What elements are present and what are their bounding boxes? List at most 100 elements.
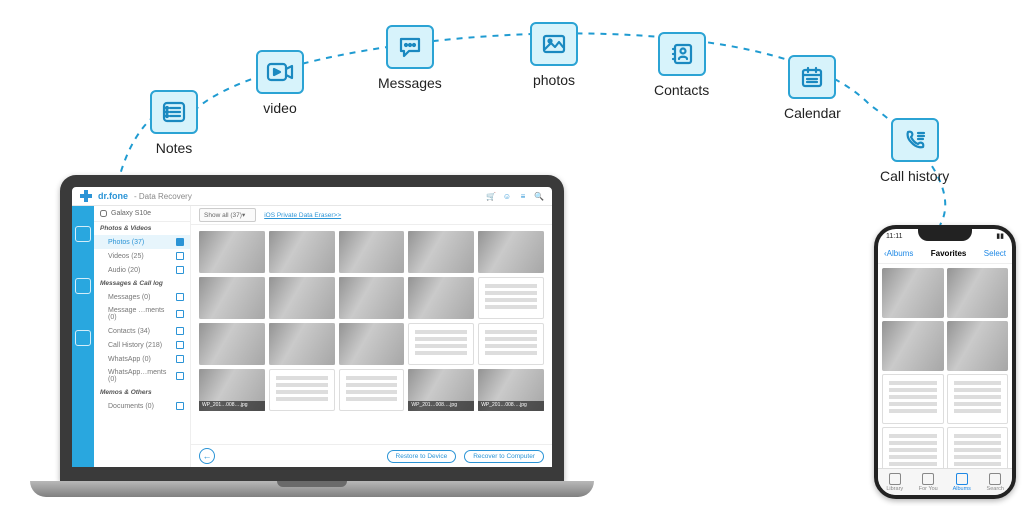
sidebar-item-contacts[interactable]: Contacts (34)	[94, 324, 190, 338]
sidebar-item-label: WhatsApp…ments (0)	[108, 369, 173, 383]
cart-icon[interactable]: 🛒	[486, 191, 496, 201]
photo-thumb[interactable]	[269, 323, 335, 365]
sidebar-item-whatsapp[interactable]: WhatsApp (0)	[94, 352, 190, 366]
flow-contacts: Contacts	[654, 32, 709, 98]
rail-sim-icon[interactable]	[75, 278, 91, 294]
sidebar-item-photos[interactable]: Photos (37)	[94, 235, 190, 249]
restore-to-device-button[interactable]: Restore to Device	[387, 450, 457, 463]
flow-video: video	[256, 50, 304, 116]
sidebar-item-videos[interactable]: Videos (25)	[94, 249, 190, 263]
sidebar-item-label: Call History (218)	[108, 342, 162, 349]
tab-library[interactable]: Library	[878, 469, 912, 495]
flow-label: Contacts	[654, 82, 709, 98]
phone-navbar: ‹Albums Favorites Select	[878, 243, 1012, 264]
sidebar-item-label: Documents (0)	[108, 403, 154, 410]
photo-thumb[interactable]	[478, 277, 544, 319]
contacts-icon	[658, 32, 706, 76]
rail-cloud-icon[interactable]	[75, 330, 91, 346]
photo-thumb[interactable]	[199, 231, 265, 273]
photo-thumb[interactable]	[408, 323, 474, 365]
back-button[interactable]: ←	[199, 448, 215, 464]
menu-icon[interactable]: ≡	[518, 191, 528, 201]
sidebar-item-label: Videos (25)	[108, 253, 144, 260]
photo-thumb[interactable]	[339, 369, 405, 411]
search-icon[interactable]: 🔍	[534, 191, 544, 201]
device-row[interactable]: Galaxy S10e	[94, 206, 190, 222]
phone-tabbar: Library For You Albums Search	[878, 468, 1012, 495]
photo-thumb[interactable]	[339, 277, 405, 319]
foryou-icon	[922, 473, 934, 485]
thumb-caption: WP_201…008….jpg	[199, 401, 265, 411]
flow-label: Call history	[880, 168, 949, 184]
sidebar-item-documents[interactable]: Documents (0)	[94, 399, 190, 413]
phone-photo[interactable]	[882, 427, 944, 468]
photo-thumb[interactable]	[478, 231, 544, 273]
app-section-title: - Data Recovery	[134, 192, 192, 201]
phone-photo[interactable]	[947, 374, 1009, 424]
tab-albums[interactable]: Albums	[945, 469, 979, 495]
photo-thumb[interactable]	[408, 277, 474, 319]
feedback-icon[interactable]: ☺	[502, 191, 512, 201]
sidebar-item-label: WhatsApp (0)	[108, 356, 151, 363]
photo-thumb[interactable]	[199, 277, 265, 319]
phone-notch	[918, 229, 972, 241]
phone-photo[interactable]	[947, 427, 1009, 468]
flow-notes: Notes	[150, 90, 198, 156]
phone-photo[interactable]	[947, 268, 1009, 318]
photo-thumb[interactable]	[478, 323, 544, 365]
phone-select-button[interactable]: Select	[984, 249, 1006, 258]
device-name: Galaxy S10e	[111, 210, 151, 217]
recover-to-computer-button[interactable]: Recover to Computer	[464, 450, 544, 463]
tab-label: For You	[919, 486, 938, 492]
filter-label: Show all (37)	[204, 212, 242, 219]
sidebar-group: Messages & Call log	[94, 277, 190, 290]
tab-search[interactable]: Search	[979, 469, 1013, 495]
sidebar-item-audio[interactable]: Audio (20)	[94, 263, 190, 277]
sidebar-group: Photos & Videos	[94, 222, 190, 235]
eraser-link[interactable]: iOS Private Data Eraser>>	[264, 212, 341, 219]
phone-back-button[interactable]: ‹Albums	[884, 249, 913, 258]
sidebar-item-whatsapp-attach[interactable]: WhatsApp…ments (0)	[94, 366, 190, 386]
photo-thumb[interactable]: WP_201…008….jpg	[408, 369, 474, 411]
photo-thumb[interactable]	[199, 323, 265, 365]
library-icon	[889, 473, 901, 485]
phone-photo[interactable]	[882, 374, 944, 424]
photo-thumb[interactable]	[269, 277, 335, 319]
sidebar-item-label: Photos (37)	[108, 239, 144, 246]
albums-icon	[956, 473, 968, 485]
notes-icon	[150, 90, 198, 134]
photo-thumb[interactable]	[269, 231, 335, 273]
photo-thumb[interactable]	[339, 231, 405, 273]
app-footer: ← Restore to Device Recover to Computer	[191, 444, 552, 467]
photo-thumb[interactable]	[339, 323, 405, 365]
phone-photo[interactable]	[947, 321, 1009, 371]
flow-label: photos	[533, 72, 575, 88]
photo-thumb[interactable]	[269, 369, 335, 411]
drfone-logo-icon	[80, 190, 92, 202]
tab-foryou[interactable]: For You	[912, 469, 946, 495]
app-titlebar: dr.fone - Data Recovery 🛒 ☺ ≡ 🔍	[72, 187, 552, 206]
phone-photo[interactable]	[882, 321, 944, 371]
flow-label: Notes	[156, 140, 193, 156]
photo-thumb[interactable]	[408, 231, 474, 273]
tab-label: Library	[886, 486, 903, 492]
phone-back-label: Albums	[887, 249, 914, 258]
photos-icon	[530, 22, 578, 66]
device-checkbox[interactable]	[100, 210, 107, 217]
flow-callhistory: Call history	[880, 118, 949, 184]
phone-photo[interactable]	[882, 268, 944, 318]
photo-thumb[interactable]: WP_201…008….jpg	[199, 369, 265, 411]
phone-icon	[891, 118, 939, 162]
rail-phone-icon[interactable]	[75, 226, 91, 242]
photo-thumb[interactable]: WP_201…008….jpg	[478, 369, 544, 411]
sidebar-item-callhistory[interactable]: Call History (218)	[94, 338, 190, 352]
status-battery-icon: ▮▮	[996, 232, 1004, 240]
phone-grid	[878, 264, 1012, 468]
filter-dropdown[interactable]: Show all (37) ▾	[199, 208, 256, 222]
sidebar-item-messages[interactable]: Messages (0)	[94, 290, 190, 304]
tab-label: Albums	[953, 486, 971, 492]
status-time: 11:11	[886, 233, 902, 240]
category-sidebar: Galaxy S10e Photos & Videos Photos (37) …	[94, 206, 191, 467]
sidebar-item-msg-attach[interactable]: Message …ments (0)	[94, 304, 190, 324]
flow-label: Messages	[378, 75, 442, 91]
